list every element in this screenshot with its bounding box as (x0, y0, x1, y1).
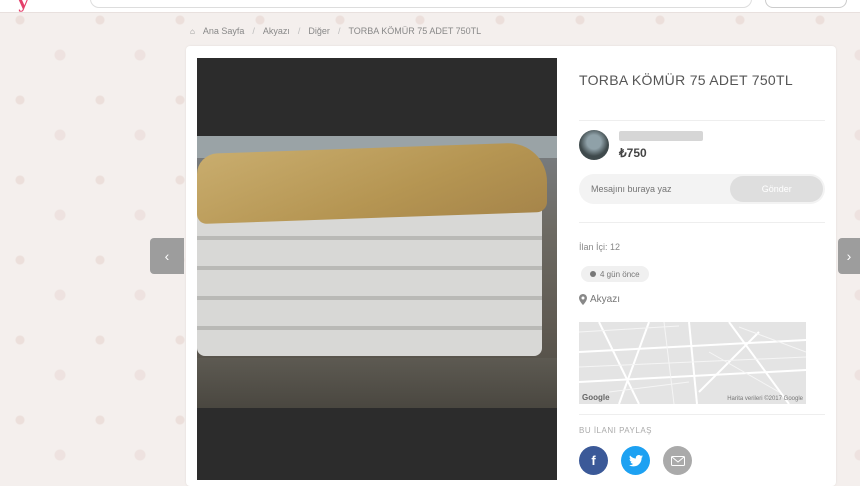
listing-price: ₺750 (619, 146, 703, 160)
location-pin-icon (579, 294, 587, 305)
listing-photo[interactable] (197, 136, 557, 408)
facebook-icon[interactable]: f (579, 446, 608, 475)
seller-avatar[interactable] (579, 130, 609, 160)
breadcrumb: ⌂ Ana Sayfa / Akyazı / Diğer / TORBA KÖM… (190, 26, 481, 36)
map-brand-logo: Google (582, 393, 610, 402)
top-right-button[interactable] (765, 0, 847, 8)
currency-glyph: ₺ (619, 145, 627, 160)
home-icon: ⌂ (190, 26, 195, 36)
twitter-icon[interactable] (621, 446, 650, 475)
search-input[interactable] (90, 0, 752, 8)
breadcrumb-category[interactable]: Diğer (308, 26, 330, 36)
location-text: Akyazı (590, 294, 621, 305)
message-box: Gönder (579, 174, 825, 204)
price-value: 750 (626, 145, 647, 160)
next-arrow-button[interactable]: › (838, 238, 860, 274)
map-roads (579, 322, 806, 404)
send-button[interactable]: Gönder (730, 176, 823, 202)
clock-dot-icon (590, 271, 596, 277)
divider (579, 120, 825, 121)
map-credit: Harita verileri ©2017 Google (727, 396, 803, 402)
seller-info[interactable]: ₺750 (579, 130, 703, 160)
email-icon[interactable] (663, 446, 692, 475)
breadcrumb-home[interactable]: Ana Sayfa (203, 26, 245, 36)
location-map[interactable]: Google Harita verileri ©2017 Google (579, 322, 806, 404)
share-buttons: f (579, 446, 692, 475)
top-bar: y (0, 0, 860, 13)
listing-title: TORBA KÖMÜR 75 ADET 750TL (579, 72, 793, 88)
divider (579, 222, 825, 223)
breadcrumb-separator: / (337, 26, 341, 36)
photo-tarp (197, 141, 547, 225)
time-ago-text: 4 gün önce (600, 269, 640, 279)
breadcrumb-separator: / (297, 26, 301, 36)
message-input[interactable] (589, 183, 731, 195)
location-row: Akyazı (579, 294, 620, 305)
seller-name-blurred[interactable] (619, 130, 703, 141)
prev-arrow-button[interactable]: ‹ (150, 238, 184, 274)
site-logo[interactable]: y (18, 0, 28, 13)
photo-ground (197, 358, 557, 408)
share-label: BU İLANI PAYLAŞ (579, 426, 653, 435)
breadcrumb-current: TORBA KÖMÜR 75 ADET 750TL (348, 26, 482, 36)
item-count-label: İlan İçi: 12 (579, 242, 621, 252)
time-ago-badge: 4 gün önce (581, 266, 649, 282)
divider (579, 414, 825, 415)
breadcrumb-city[interactable]: Akyazı (263, 26, 290, 36)
breadcrumb-separator: / (252, 26, 255, 36)
